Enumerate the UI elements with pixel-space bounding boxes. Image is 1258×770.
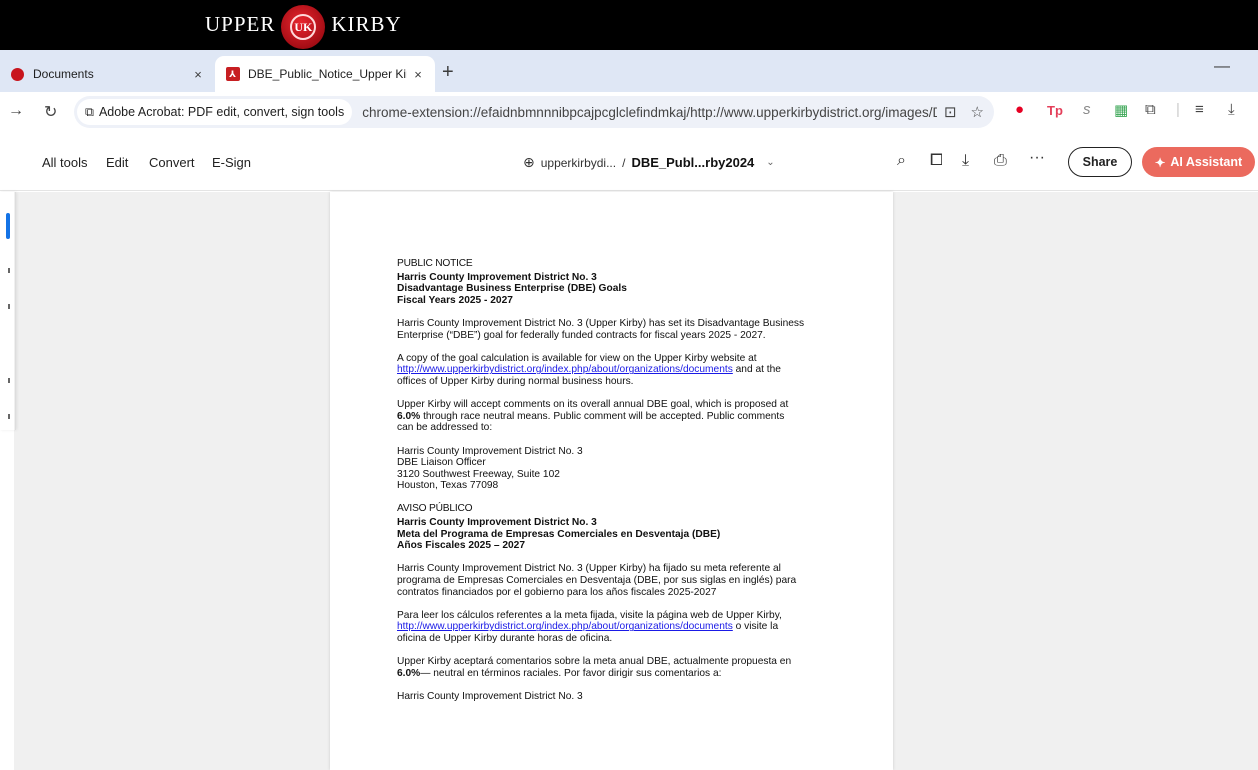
ai-sparkle-icon: ✦ bbox=[1154, 155, 1166, 170]
extensions-puzzle-icon[interactable]: ⧉ bbox=[1145, 101, 1156, 118]
tab-documents[interactable]: Documents × bbox=[0, 56, 215, 92]
gift-extension-icon[interactable]: ▦ bbox=[1114, 101, 1128, 119]
documents-link-es[interactable]: http://www.upperkirbydistrict.org/index.… bbox=[397, 621, 733, 632]
rail-active-indicator[interactable] bbox=[6, 213, 10, 239]
documents-link[interactable]: http://www.upperkirbydistrict.org/index.… bbox=[397, 364, 733, 375]
page-view-icon[interactable]: ⧠ bbox=[930, 152, 943, 170]
doc-heading: Harris County Improvement District No. 3 bbox=[397, 271, 597, 283]
address-bar[interactable]: ⧉ Adobe Acrobat: PDF edit, convert, sign… bbox=[74, 96, 994, 128]
menu-convert[interactable]: Convert bbox=[149, 155, 195, 170]
reload-icon[interactable]: ↻ bbox=[44, 102, 57, 122]
url-text[interactable]: chrome-extension://efaidnbmnnnibpcajpcgl… bbox=[362, 105, 937, 120]
tab-label: DBE_Public_Notice_Upper Kirby bbox=[248, 67, 407, 81]
doc-text: AVISO PÚBLICO bbox=[397, 503, 473, 515]
doc-paragraph: A copy of the goal calculation is availa… bbox=[397, 352, 781, 387]
site-banner: UPPER UK KIRBY bbox=[0, 0, 1258, 50]
doc-address-cut: Harris County Improvement District No. 3 bbox=[397, 690, 583, 702]
toolbar-divider: | bbox=[1176, 101, 1180, 118]
close-icon[interactable]: × bbox=[187, 67, 209, 82]
document-breadcrumb[interactable]: ⊕ upperkirbydi... / DBE_Publ...rby2024 ⌄ bbox=[523, 154, 775, 171]
chevron-down-icon[interactable]: ⌄ bbox=[766, 157, 774, 168]
new-tab-button[interactable]: + bbox=[442, 61, 454, 84]
share-button[interactable]: Share bbox=[1068, 147, 1132, 177]
close-icon[interactable]: × bbox=[407, 67, 429, 82]
site-chip-label: Adobe Acrobat: PDF edit, convert, sign t… bbox=[98, 105, 345, 119]
doc-heading: Años Fiscales 2025 – 2027 bbox=[397, 540, 525, 552]
rail-tool[interactable] bbox=[8, 378, 10, 383]
doc-address: Harris County Improvement District No. 3… bbox=[397, 445, 583, 492]
left-rail bbox=[0, 192, 16, 770]
pdf-page: PUBLIC NOTICE Harris County Improvement … bbox=[330, 192, 893, 770]
more-options-icon[interactable]: ··· bbox=[1029, 149, 1045, 167]
rail-tool[interactable] bbox=[8, 414, 10, 419]
breadcrumb-separator: / bbox=[622, 155, 626, 170]
logo-seal-icon: UK bbox=[281, 5, 326, 49]
doc-paragraph: Harris County Improvement District No. 3… bbox=[397, 317, 805, 341]
menu-edit[interactable]: Edit bbox=[106, 155, 128, 170]
rail-tool[interactable] bbox=[8, 268, 10, 273]
site-favicon-icon bbox=[10, 67, 25, 82]
breadcrumb-file: DBE_Publ...rby2024 bbox=[631, 155, 755, 170]
download-icon[interactable]: ⤓ bbox=[962, 152, 969, 170]
doc-heading: Disadvantage Business Enterprise (DBE) G… bbox=[397, 283, 627, 295]
forward-arrow-icon[interactable]: → bbox=[8, 102, 24, 120]
doc-paragraph: Para leer los cálculos referentes a la m… bbox=[397, 609, 782, 644]
minimize-window-icon[interactable]: — bbox=[1214, 58, 1230, 76]
ai-assistant-button[interactable]: ✦ AI Assistant bbox=[1142, 147, 1255, 177]
pdf-viewer[interactable]: PUBLIC NOTICE Harris County Improvement … bbox=[0, 192, 1258, 770]
browser-toolbar: → ↻ ⧉ Adobe Acrobat: PDF edit, convert, … bbox=[0, 92, 1258, 132]
reading-list-icon[interactable]: ≡ bbox=[1195, 101, 1204, 118]
logo-word-left: UPPER bbox=[205, 11, 276, 36]
acrobat-toolbar: All tools Edit Convert E-Sign ⊕ upperkir… bbox=[0, 135, 1258, 191]
search-icon[interactable]: ⌕ bbox=[897, 152, 906, 170]
rail-tool[interactable] bbox=[8, 304, 10, 309]
doc-text: PUBLIC NOTICE bbox=[397, 258, 473, 269]
tp-extension-icon[interactable]: Tp bbox=[1047, 103, 1063, 118]
logo-word-right: KIRBY bbox=[331, 11, 402, 36]
logo-seal-text: UK bbox=[290, 14, 317, 40]
doc-paragraph: Upper Kirby will accept comments on its … bbox=[397, 399, 789, 434]
print-icon[interactable]: ⎙ bbox=[994, 152, 1007, 170]
breadcrumb-site: upperkirbydi... bbox=[540, 155, 617, 170]
s-extension-icon[interactable]: s bbox=[1083, 101, 1091, 118]
pdf-favicon-icon: ⅄ bbox=[225, 67, 240, 82]
bookmark-star-icon[interactable]: ☆ bbox=[971, 103, 984, 121]
globe-icon: ⊕ bbox=[523, 154, 535, 170]
lens-icon[interactable]: ⊡ bbox=[944, 103, 957, 121]
site-logo: UPPER UK KIRBY bbox=[205, 4, 402, 49]
ai-assistant-label: AI Assistant bbox=[1170, 155, 1243, 169]
tab-dbe-notice[interactable]: ⅄ DBE_Public_Notice_Upper Kirby × bbox=[215, 56, 435, 92]
tab-strip: Documents × ⅄ DBE_Public_Notice_Upper Ki… bbox=[0, 50, 1258, 92]
extension-icon: ⧉ bbox=[85, 104, 94, 119]
doc-paragraph: Upper Kirby aceptará comentarios sobre l… bbox=[397, 656, 792, 679]
doc-heading: Harris County Improvement District No. 3 bbox=[397, 517, 597, 529]
doc-heading: Fiscal Years 2025 - 2027 bbox=[397, 294, 513, 306]
site-info-chip[interactable]: ⧉ Adobe Acrobat: PDF edit, convert, sign… bbox=[77, 99, 353, 125]
menu-esign[interactable]: E-Sign bbox=[212, 155, 251, 170]
menu-all-tools[interactable]: All tools bbox=[42, 155, 88, 170]
pinterest-icon[interactable]: ● bbox=[1015, 101, 1024, 118]
tab-label: Documents bbox=[33, 67, 94, 81]
download-icon[interactable]: ⤓ bbox=[1228, 101, 1235, 118]
doc-paragraph: Harris County Improvement District No. 3… bbox=[397, 563, 797, 598]
doc-heading: Meta del Programa de Empresas Comerciale… bbox=[397, 528, 721, 540]
